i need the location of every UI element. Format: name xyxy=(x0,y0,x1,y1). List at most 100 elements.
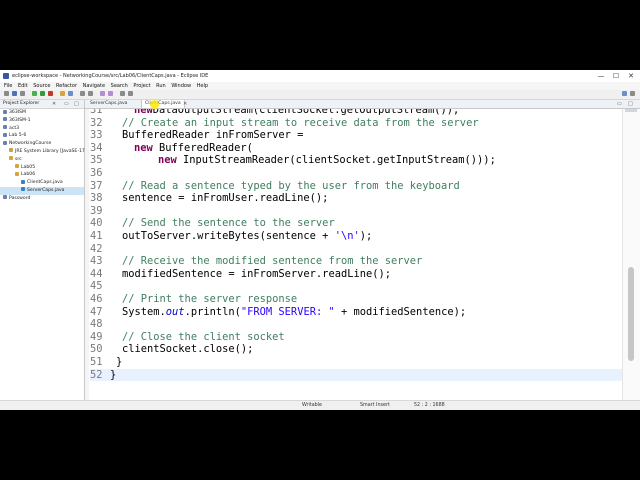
menu-project[interactable]: Project xyxy=(133,82,150,90)
code-text: // Send the sentence to the server xyxy=(122,217,335,230)
code-token: clientSocket.close(); xyxy=(122,343,254,356)
minimize-editor-icon[interactable]: ▭ xyxy=(617,100,622,108)
vertical-scrollbar[interactable] xyxy=(622,109,640,400)
scrollbar-thumb[interactable] xyxy=(628,267,634,361)
debug-icon[interactable] xyxy=(32,91,37,96)
tree-item-icon xyxy=(3,125,7,130)
tree-item[interactable]: Lab 5-6 xyxy=(0,132,84,140)
status-cursor-position: 52 : 2 : 1688 xyxy=(414,403,445,408)
new-icon[interactable] xyxy=(4,91,9,96)
menu-navigate[interactable]: Navigate xyxy=(83,82,105,90)
tree-item-label: Lab05 xyxy=(21,164,36,170)
line-number: 45 xyxy=(90,280,103,293)
code-text: modifiedSentence = inFromServer.readLine… xyxy=(122,268,391,281)
tree-item-icon xyxy=(15,171,19,176)
tree-item[interactable]: 363ISM xyxy=(0,109,84,117)
project-explorer-title: Project Explorer xyxy=(3,101,40,106)
tree-item-icon xyxy=(3,132,7,137)
menu-edit[interactable]: Edit xyxy=(18,82,28,90)
menu-file[interactable]: File xyxy=(4,82,12,90)
open-type-icon[interactable] xyxy=(80,91,85,96)
code-line: 42 xyxy=(90,243,623,256)
line-number: 43 xyxy=(90,255,103,268)
code-line: 34 new BufferedReader( xyxy=(90,142,623,155)
menu-refactor[interactable]: Refactor xyxy=(56,82,77,90)
code-token: BufferedReader inFromServer = xyxy=(122,129,304,142)
line-number: 52 xyxy=(90,368,103,381)
back-icon[interactable] xyxy=(120,91,125,96)
code-area[interactable]: 31 newDataOutputStream(clientSocket.getOu… xyxy=(90,109,623,400)
overview-marker xyxy=(625,109,637,112)
tree-item[interactable]: src xyxy=(0,156,84,164)
save-all-icon[interactable] xyxy=(20,91,25,96)
maximize-button[interactable]: ☐ xyxy=(609,70,623,82)
tree-item-label: NetworkingCourse xyxy=(9,141,52,147)
code-text: // Close the client socket xyxy=(122,331,285,344)
close-tab-icon[interactable]: ✕ xyxy=(183,100,187,108)
code-token: InputStreamReader(clientSocket.getInputS… xyxy=(176,154,496,167)
code-text: new InputStreamReader(clientSocket.getIn… xyxy=(158,154,496,167)
tree-item[interactable]: Lab06 xyxy=(0,171,84,179)
search-icon[interactable] xyxy=(88,91,93,96)
code-token: outToServer.writeBytes(sentence + xyxy=(122,230,335,242)
tree-item-label: ClientCaps.java xyxy=(27,180,63,186)
tree-item-icon xyxy=(3,195,7,200)
project-explorer: Project Explorer ✕ ▭ □ 363ISM 363ISM-1 act… xyxy=(0,100,87,400)
tab-clientcaps[interactable]: ClientCaps.java xyxy=(141,100,185,108)
tree-item[interactable]: Password xyxy=(0,195,84,203)
code-token: // Print the server response xyxy=(122,293,298,305)
annotation-ruler xyxy=(85,109,89,400)
save-icon[interactable] xyxy=(12,91,17,96)
project-tree: 363ISM 363ISM-1 act3 Lab 5-6 NetworkingCours… xyxy=(0,109,87,203)
code-line: 33 BufferedReader inFromServer = xyxy=(90,129,623,142)
close-view-icon[interactable]: ✕ xyxy=(52,100,56,108)
open-perspective-icon[interactable] xyxy=(630,91,635,96)
tree-item[interactable]: 363ISM-1 xyxy=(0,117,84,125)
tree-item[interactable]: Lab05 xyxy=(0,164,84,172)
maximize-editor-icon[interactable]: □ xyxy=(628,100,633,108)
code-text: BufferedReader inFromServer = xyxy=(122,129,303,142)
code-line: 31 newDataOutputStream(clientSocket.getOu… xyxy=(90,109,623,117)
annotation-next-icon[interactable] xyxy=(100,91,105,96)
code-token: } xyxy=(116,356,123,368)
tree-item-label: 363ISM xyxy=(9,110,27,115)
code-token: System. xyxy=(122,305,166,318)
tree-item-label: src xyxy=(15,156,22,162)
minimize-view-icon[interactable]: ▭ xyxy=(64,100,69,108)
new-class-icon[interactable] xyxy=(68,91,73,96)
tree-item-icon xyxy=(3,117,7,122)
menu-help[interactable]: Help xyxy=(197,82,208,90)
menu-search[interactable]: Search xyxy=(111,82,128,90)
tree-item[interactable]: ClientCaps.java xyxy=(0,179,84,187)
tree-item[interactable]: ServerCaps.java xyxy=(0,186,84,195)
code-line: 46 // Print the server response xyxy=(90,293,623,306)
forward-icon[interactable] xyxy=(128,91,133,96)
code-token: '\n' xyxy=(334,230,360,242)
line-number: 40 xyxy=(90,217,103,230)
minimize-button[interactable]: — xyxy=(594,70,608,82)
menu-bar: File Edit Source Refactor Navigate Searc… xyxy=(0,82,640,90)
close-button[interactable]: ✕ xyxy=(624,70,638,82)
code-line: 36 xyxy=(90,167,623,180)
tab-servercaps[interactable]: ServerCaps.java xyxy=(87,100,130,108)
run-icon[interactable] xyxy=(40,91,45,96)
annotation-prev-icon[interactable] xyxy=(108,91,113,96)
menu-window[interactable]: Window xyxy=(171,82,191,90)
menu-run[interactable]: Run xyxy=(156,82,166,90)
line-number: 42 xyxy=(90,242,103,255)
tree-item[interactable]: NetworkingCourse xyxy=(0,140,84,148)
maximize-view-icon[interactable]: □ xyxy=(74,100,79,108)
tree-item[interactable]: JRE System Library [JavaSE-17] xyxy=(0,148,87,156)
tree-item[interactable]: act3 xyxy=(0,125,84,133)
line-number: 33 xyxy=(90,129,103,142)
code-line: 50 clientSocket.close(); xyxy=(90,343,623,356)
tree-item-label: 363ISM-1 xyxy=(9,117,31,123)
menu-source[interactable]: Source xyxy=(33,82,50,90)
code-text: new BufferedReader( xyxy=(134,142,253,155)
external-tools-icon[interactable] xyxy=(48,91,53,96)
java-perspective-icon[interactable] xyxy=(622,91,627,96)
new-package-icon[interactable] xyxy=(60,91,65,96)
code-token: // Send the sentence to the server xyxy=(122,217,335,230)
window-title: eclipse-workspace - NetworkingCourse/src… xyxy=(12,73,209,79)
main-toolbar xyxy=(0,90,640,100)
